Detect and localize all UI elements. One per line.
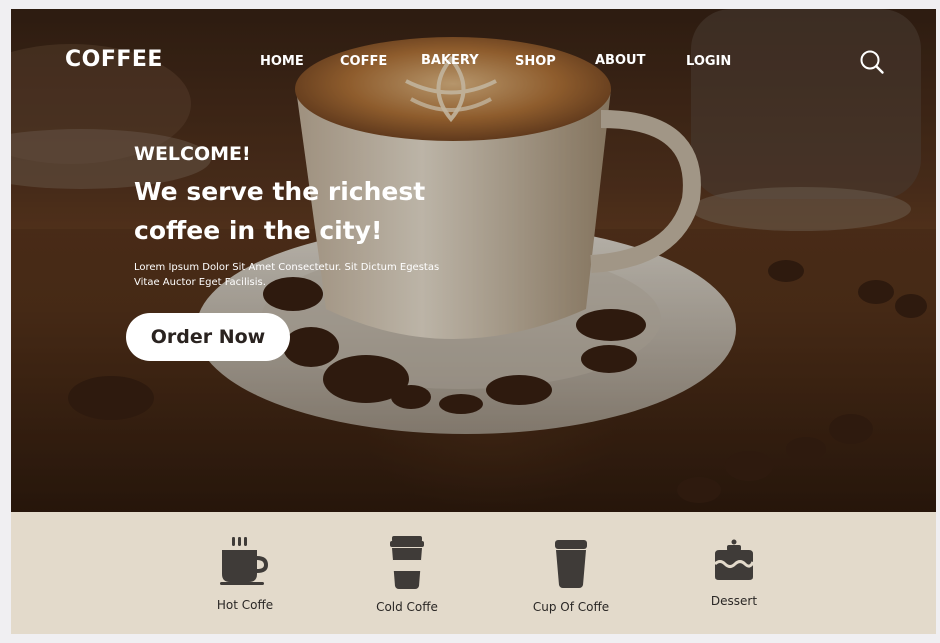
page-frame: COFFEE HOME COFFE BAKERY SHOP ABOUT LOGI… bbox=[11, 9, 936, 634]
nav-bakery[interactable]: BAKERY bbox=[421, 53, 479, 68]
category-label: Cold Coffe bbox=[376, 600, 438, 614]
category-hot-coffee[interactable]: Hot Coffe bbox=[190, 536, 300, 612]
hot-coffee-icon bbox=[220, 537, 268, 585]
nav-coffee[interactable]: COFFE bbox=[340, 54, 387, 69]
order-now-button[interactable]: Order Now bbox=[126, 313, 290, 361]
category-cup-of-coffee[interactable]: Cup Of Coffe bbox=[516, 536, 626, 614]
nav-home[interactable]: HOME bbox=[260, 54, 304, 69]
nav-shop[interactable]: SHOP bbox=[515, 54, 556, 69]
site-logo[interactable]: COFFEE bbox=[65, 47, 163, 72]
category-label: Cup Of Coffe bbox=[532, 600, 610, 614]
coffee-cup-icon bbox=[555, 540, 587, 588]
category-dessert[interactable]: Dessert bbox=[679, 536, 789, 608]
cake-icon bbox=[713, 539, 755, 580]
cold-coffee-cup-icon bbox=[390, 536, 424, 589]
category-label: Dessert bbox=[710, 594, 758, 608]
hero-banner: COFFEE HOME COFFE BAKERY SHOP ABOUT LOGI… bbox=[11, 9, 936, 512]
search-icon[interactable] bbox=[859, 49, 885, 75]
nav-about[interactable]: ABOUT bbox=[595, 53, 645, 68]
nav-login[interactable]: LOGIN bbox=[686, 54, 731, 69]
welcome-text: WELCOME! bbox=[134, 143, 251, 165]
category-cold-coffee[interactable]: Cold Coffe bbox=[352, 536, 462, 614]
category-label: Hot Coffe bbox=[216, 598, 274, 612]
hero-headline: We serve the richest coffee in the city! bbox=[134, 177, 426, 245]
hero-description: Lorem Ipsum Dolor Sit Amet Consectetur. … bbox=[134, 262, 440, 288]
